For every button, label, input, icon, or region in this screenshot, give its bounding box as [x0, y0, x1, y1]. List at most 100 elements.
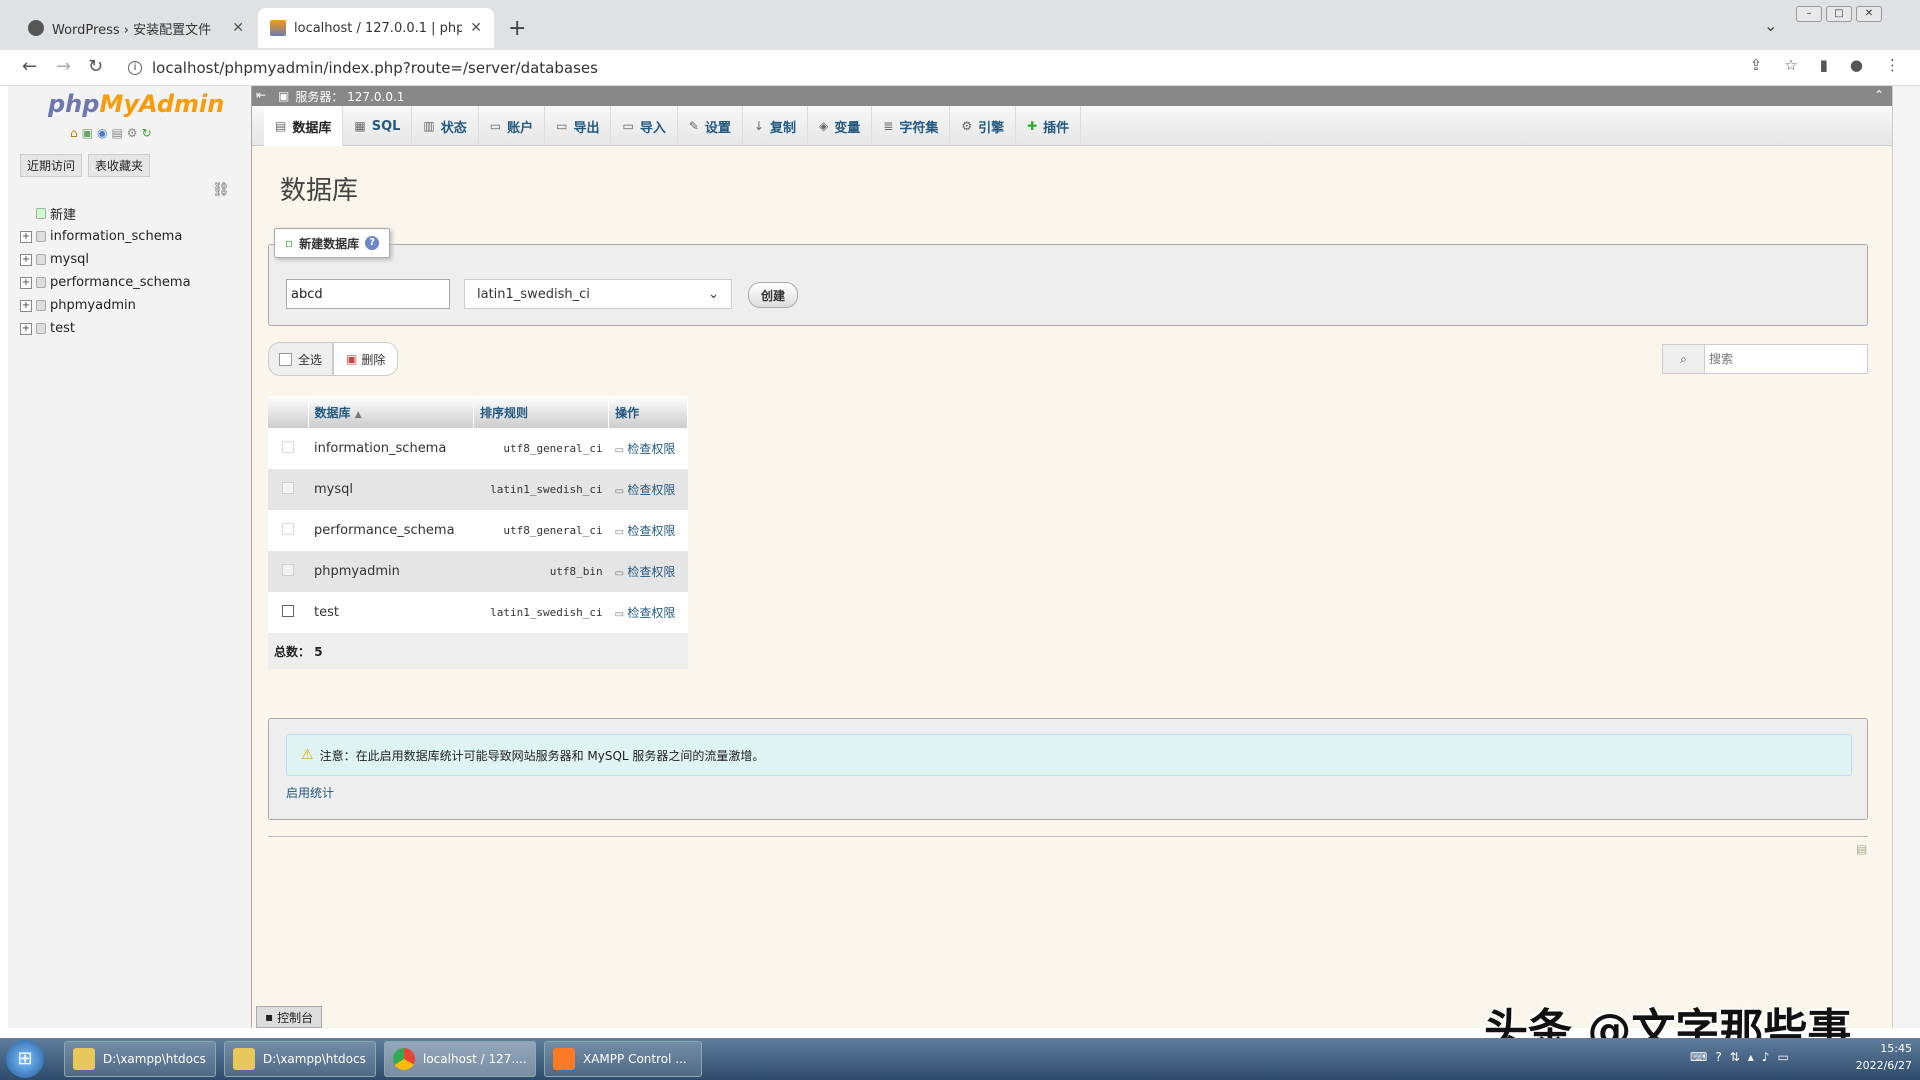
row-checkbox[interactable] [282, 440, 294, 453]
database-name-link[interactable]: mysql [308, 469, 474, 510]
expand-icon[interactable]: + [20, 253, 32, 266]
tree-item-database[interactable]: + mysql [20, 248, 191, 271]
row-checkbox[interactable] [282, 481, 294, 494]
side-panel-icon[interactable]: ▮ [1820, 56, 1828, 74]
expand-icon[interactable]: + [20, 230, 32, 243]
docs-icon[interactable]: ◉ [97, 126, 107, 140]
expand-icon[interactable]: + [20, 322, 32, 335]
start-button[interactable]: ⊞ [6, 1040, 44, 1078]
delete-button[interactable]: ▣ 删除 [333, 342, 399, 376]
collation-select[interactable]: latin1_swedish_ci ⌄ [464, 279, 732, 309]
link-with-main-icon[interactable]: ⛓ [212, 182, 230, 198]
taskbar-chrome[interactable]: localhost / 127.... [384, 1041, 536, 1077]
share-icon[interactable]: ⇪ [1750, 56, 1763, 74]
database-name-link[interactable]: test [308, 592, 474, 633]
folder-icon [233, 1048, 255, 1070]
reload-icon[interactable]: ↻ [88, 56, 103, 77]
tab-engines[interactable]: ⚙ 引擎 [950, 106, 1017, 146]
tab-import[interactable]: ▭ 导入 [611, 106, 678, 146]
help-icon[interactable]: ? [365, 236, 380, 250]
expand-icon[interactable]: + [20, 299, 32, 312]
taskbar-xampp[interactable]: XAMPP Control ... [544, 1041, 702, 1077]
collapse-nav-icon[interactable]: ⇤ [256, 88, 266, 102]
database-name-link[interactable]: phpmyadmin [308, 551, 474, 592]
collation-cell: utf8_bin [473, 551, 609, 592]
database-name-input[interactable] [286, 279, 450, 309]
browser-menu-icon[interactable]: ⋮ [1885, 56, 1900, 74]
close-window-icon[interactable]: ✕ [1856, 6, 1882, 22]
tab-charsets[interactable]: ≣ 字符集 [872, 106, 951, 146]
logout-icon[interactable]: ▣ [82, 126, 93, 140]
select-all[interactable]: 全选 [268, 342, 334, 376]
header-collation[interactable]: 排序规则 [473, 396, 610, 428]
sql-docs-icon[interactable]: ▤ [111, 126, 122, 140]
tab-favorites[interactable]: 表收藏夹 [88, 154, 151, 177]
refresh-icon[interactable]: ↻ [142, 126, 152, 140]
database-name-link[interactable]: information_schema [308, 428, 474, 469]
select-all-checkbox[interactable] [279, 352, 292, 366]
tab-search-chevron-icon[interactable]: ⌄ [1764, 16, 1777, 35]
enable-statistics-link[interactable]: 启用统计 [286, 784, 334, 801]
tab-recent[interactable]: 近期访问 [20, 154, 83, 177]
browser-tab-phpmyadmin[interactable]: localhost / 127.0.0.1 | phpMyA ✕ [258, 8, 494, 48]
console-toggle[interactable]: ▪ 控制台 [256, 1006, 323, 1028]
database-name-link[interactable]: performance_schema [308, 510, 474, 551]
taskbar-explorer-2[interactable]: D:\xampp\htdocs [224, 1041, 376, 1077]
create-button[interactable]: 创建 [748, 282, 799, 308]
action-label: 检查权限 [627, 565, 676, 579]
clock[interactable]: 15:45 2022/6/27 [1856, 1040, 1912, 1074]
browser-tab-wordpress[interactable]: WordPress › 安装配置文件 ✕ [16, 8, 256, 48]
keyboard-icon[interactable]: ⌨ [1690, 1050, 1707, 1064]
url-field[interactable]: i localhost/phpmyadmin/index.php?route=/… [122, 54, 1682, 82]
bookmark-star-icon[interactable]: ☆ [1784, 56, 1797, 74]
search-input[interactable] [1705, 345, 1867, 373]
tab-status[interactable]: ▥ 状态 [412, 106, 479, 146]
expand-icon[interactable]: + [20, 276, 32, 289]
minimize-icon[interactable]: – [1796, 6, 1822, 22]
phpmyadmin-logo[interactable]: phpMyAdmin [48, 90, 224, 118]
check-privileges-link[interactable]: ▭ 检查权限 [608, 551, 688, 592]
network-icon[interactable]: ⇅ [1730, 1050, 1740, 1064]
taskbar-explorer-1[interactable]: D:\xampp\htdocs [64, 1041, 216, 1077]
tab-export[interactable]: ▭ 导出 [545, 106, 612, 146]
page-settings-icon[interactable]: ▤ [1856, 842, 1867, 856]
row-checkbox[interactable] [282, 604, 294, 617]
header-database[interactable]: 数据库 ▲ [308, 396, 474, 428]
show-hidden-icon[interactable]: ▴ [1748, 1050, 1754, 1064]
new-tab-button[interactable]: + [508, 16, 526, 41]
tree-item-database[interactable]: + phpmyadmin [20, 294, 191, 317]
tab-replication[interactable]: ↓ 复制 [743, 106, 808, 146]
site-info-icon[interactable]: i [128, 61, 142, 75]
tree-item-database[interactable]: + test [20, 317, 191, 340]
tab-databases[interactable]: ▤ 数据库 [264, 106, 344, 146]
tree-item-new[interactable]: 新建 [20, 202, 191, 225]
maximize-icon[interactable]: □ [1826, 6, 1852, 22]
back-arrow-icon[interactable]: ← [22, 56, 37, 77]
window-scrollbar[interactable] [1892, 86, 1920, 1028]
close-tab-icon[interactable]: ✕ [232, 20, 244, 36]
display-icon[interactable]: ▭ [1777, 1050, 1788, 1064]
forward-arrow-icon[interactable]: → [56, 56, 71, 77]
row-checkbox[interactable] [282, 522, 294, 535]
server-label[interactable]: 服务器： 127.0.0.1 [295, 88, 404, 105]
check-privileges-link[interactable]: ▭ 检查权限 [608, 469, 688, 510]
console-label: 控制台 [277, 1010, 314, 1025]
profile-avatar-icon[interactable]: ● [1850, 56, 1863, 74]
settings-gear-icon[interactable]: ⚙ [127, 126, 138, 140]
help-tray-icon[interactable]: ? [1715, 1050, 1721, 1064]
row-checkbox[interactable] [282, 563, 294, 576]
check-privileges-link[interactable]: ▭ 检查权限 [608, 592, 688, 633]
check-privileges-link[interactable]: ▭ 检查权限 [608, 510, 688, 551]
tab-sql[interactable]: ▦ SQL [343, 106, 413, 146]
tab-accounts[interactable]: ▭ 账户 [479, 106, 546, 146]
tab-settings[interactable]: ✎ 设置 [678, 106, 743, 146]
close-tab-icon[interactable]: ✕ [470, 20, 482, 36]
tree-item-database[interactable]: + information_schema [20, 225, 191, 248]
home-icon[interactable]: ⌂ [70, 126, 78, 140]
collapse-top-icon[interactable]: ⌃ [1874, 88, 1884, 102]
tab-plugins[interactable]: ✚ 插件 [1016, 106, 1082, 146]
tab-variables[interactable]: ◈ 变量 [808, 106, 873, 146]
volume-icon[interactable]: ♪ [1762, 1050, 1770, 1064]
check-privileges-link[interactable]: ▭ 检查权限 [608, 428, 688, 469]
tree-item-database[interactable]: + performance_schema [20, 271, 191, 294]
